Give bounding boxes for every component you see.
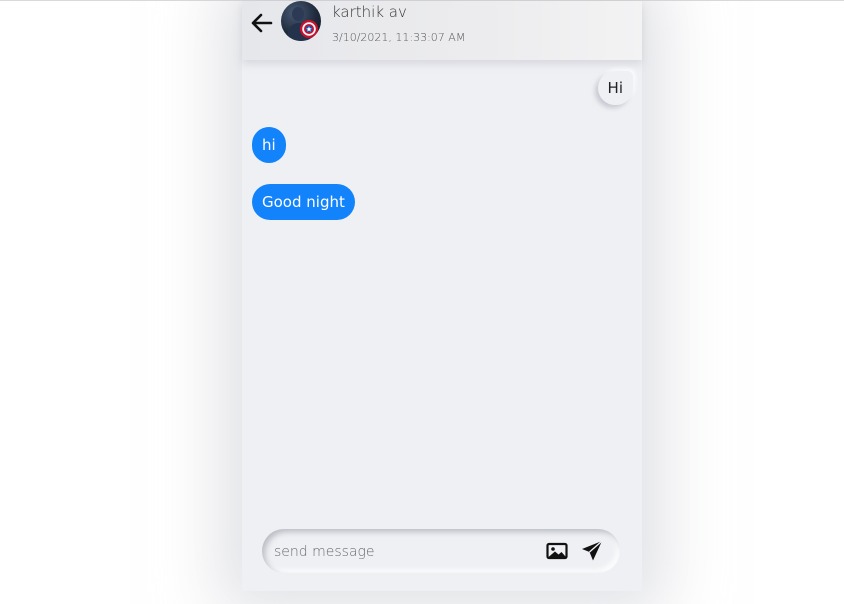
send-icon [582,540,603,561]
chat-header: karthik av 3/10/2021, 11:33:07 AM [242,1,642,60]
attach-image-button[interactable] [546,541,568,561]
last-seen-timestamp: 3/10/2021, 11:33:07 AM [332,31,466,44]
arrow-left-icon [251,13,273,33]
chat-window: karthik av 3/10/2021, 11:33:07 AM Hi hi … [242,1,642,591]
avatar[interactable] [281,1,321,41]
message-bubble-received: hi [252,127,286,163]
message-input[interactable] [272,539,536,565]
contact-name: karthik av [332,3,407,21]
user-avatar [287,7,318,41]
send-button[interactable] [581,540,603,562]
message-composer [262,529,620,573]
back-button[interactable] [250,11,274,35]
message-list: Hi hi Good night [242,60,642,520]
image-icon [546,542,568,560]
message-bubble-received: Good night [252,184,355,220]
message-bubble-sent: Hi [597,71,633,105]
